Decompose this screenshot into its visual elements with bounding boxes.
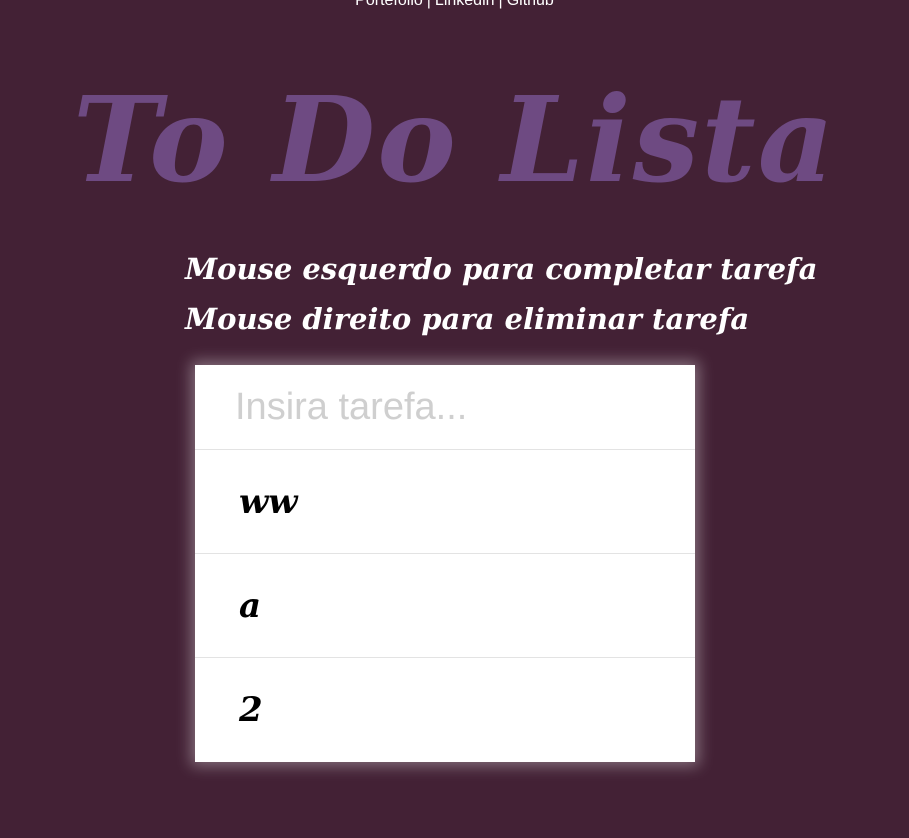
nav-link-portefolio[interactable]: Portefolio [355, 0, 423, 9]
nav-link-github[interactable]: Github [507, 0, 554, 9]
task-list: ww a 2 [195, 450, 695, 762]
top-nav: Portefolio | Linkedin | Github [0, 0, 909, 10]
task-text: 2 [239, 690, 263, 730]
page: Portefolio | Linkedin | Github To Do Lista M… [0, 0, 909, 838]
nav-link-linkedin[interactable]: Linkedin [435, 0, 495, 9]
todo-card: ww a 2 [195, 365, 695, 762]
task-item[interactable]: ww [195, 450, 695, 554]
task-text: ww [239, 481, 298, 522]
task-input[interactable] [195, 365, 695, 450]
task-item[interactable]: 2 [195, 658, 695, 762]
instruction-left-click: Mouse esquerdo para completar tarefa [185, 252, 818, 286]
task-item[interactable]: a [195, 554, 695, 658]
task-text: a [239, 585, 262, 626]
nav-separator: | [426, 0, 431, 9]
nav-separator: | [498, 0, 503, 9]
instruction-right-click: Mouse direito para eliminar tarefa [185, 302, 750, 336]
instructions: Mouse esquerdo para completar tarefa Mou… [185, 244, 817, 344]
page-title: To Do Lista [72, 70, 837, 209]
